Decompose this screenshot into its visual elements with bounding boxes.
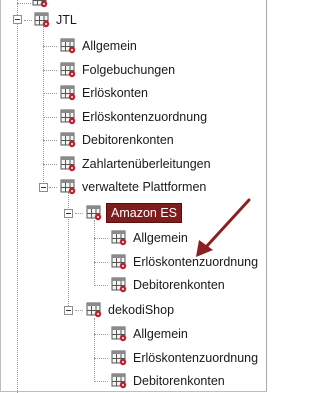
annotation-arrow-icon <box>196 198 251 257</box>
tree-panel: JTL Allgemein Folgebuchungen Erlöskonten… <box>0 0 267 393</box>
